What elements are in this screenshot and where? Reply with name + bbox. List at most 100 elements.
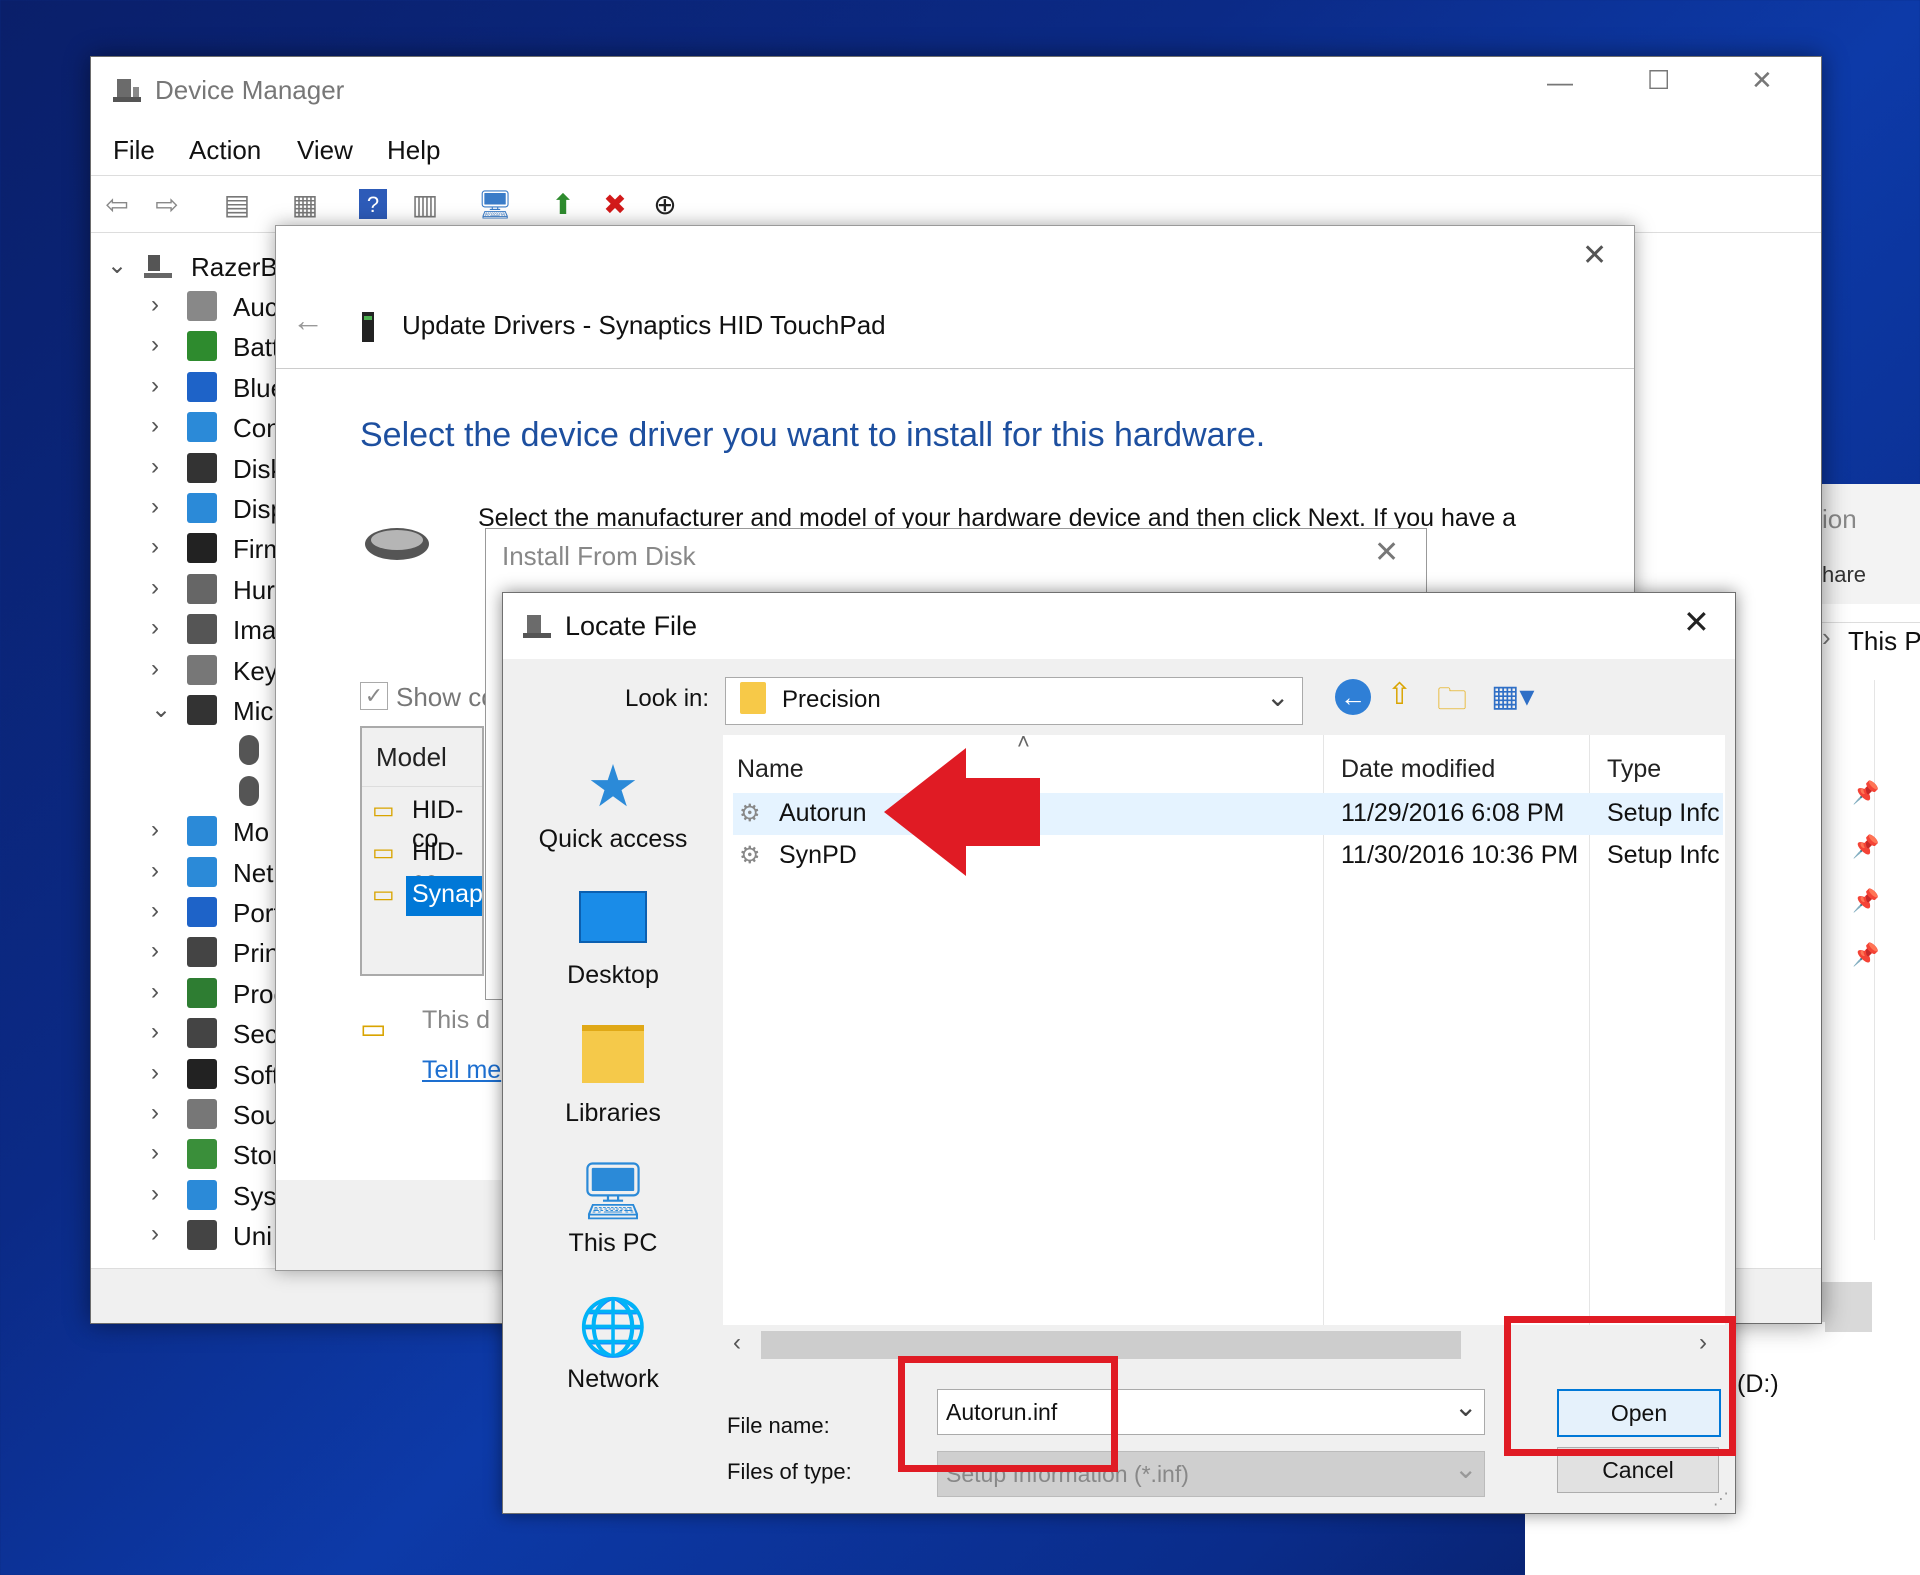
device-category[interactable]: › Disk xyxy=(91,449,301,489)
menu-action[interactable]: Action xyxy=(189,135,261,166)
chevron-right-icon[interactable]: › xyxy=(151,614,159,642)
menu-help[interactable]: Help xyxy=(387,135,440,166)
chevron-right-icon[interactable]: › xyxy=(151,574,159,602)
device-category[interactable] xyxy=(91,731,301,771)
device-category[interactable]: › Prin xyxy=(91,933,301,973)
chevron-down-icon[interactable]: ⌄ xyxy=(107,251,127,280)
chevron-right-icon[interactable]: › xyxy=(151,1018,159,1046)
device-category[interactable]: › Mo xyxy=(91,812,301,852)
menu-file[interactable]: File xyxy=(113,135,155,166)
file-row-selected[interactable]: ⚙ Autorun 11/29/2016 6:08 PM Setup Infc xyxy=(733,793,1723,835)
chevron-right-icon[interactable]: › xyxy=(151,1220,159,1248)
tree-root-label: RazerBl xyxy=(191,252,284,282)
back-arrow-icon[interactable]: ⇦ xyxy=(99,186,135,222)
close-icon[interactable]: ✕ xyxy=(1374,535,1399,570)
device-category[interactable]: › Firm xyxy=(91,529,301,569)
look-in-dropdown[interactable]: Precision ⌄ xyxy=(725,677,1303,725)
chevron-right-icon[interactable]: › xyxy=(151,533,159,561)
view-menu-icon[interactable]: ▦▾ xyxy=(1491,679,1534,714)
chevron-right-icon[interactable]: › xyxy=(151,291,159,319)
chevron-right-icon[interactable]: › xyxy=(151,493,159,521)
model-item-selected[interactable]: Synap xyxy=(412,880,483,909)
chevron-down-icon[interactable]: ⌄ xyxy=(1454,1452,1477,1485)
device-category[interactable]: › Auc xyxy=(91,287,301,327)
device-category[interactable]: › Proc xyxy=(91,974,301,1014)
column-header-name[interactable]: Name xyxy=(737,755,804,784)
chevron-right-icon[interactable]: › xyxy=(151,857,159,885)
forward-arrow-icon[interactable]: ⇨ xyxy=(149,186,185,222)
explorer-fragment-this-pc[interactable]: This P xyxy=(1848,626,1920,657)
chevron-right-icon[interactable]: › xyxy=(151,816,159,844)
new-folder-icon[interactable]: 🗀 xyxy=(1437,677,1467,728)
place-desktop[interactable]: Desktop xyxy=(503,891,723,990)
device-category[interactable]: › Secu xyxy=(91,1014,301,1054)
device-category[interactable] xyxy=(91,772,301,812)
chevron-down-icon[interactable]: ⌄ xyxy=(1454,1390,1477,1423)
place-libraries[interactable]: Libraries xyxy=(503,1025,723,1128)
pin-icon[interactable]: 📌 xyxy=(1852,888,1879,914)
device-category[interactable]: › Uni xyxy=(91,1216,301,1256)
chevron-right-icon[interactable]: › xyxy=(151,412,159,440)
chevron-right-icon[interactable]: › xyxy=(151,978,159,1006)
device-category[interactable]: › Hur xyxy=(91,570,301,610)
chevron-right-icon[interactable]: › xyxy=(151,1099,159,1127)
pin-icon[interactable]: 📌 xyxy=(1852,780,1879,806)
up-one-level-icon[interactable]: ⇧ xyxy=(1387,677,1412,712)
chevron-down-icon[interactable]: ⌄ xyxy=(151,695,171,724)
device-category[interactable]: › Soft xyxy=(91,1055,301,1095)
scrollbar-thumb[interactable] xyxy=(761,1331,1461,1359)
device-category[interactable]: › Blue xyxy=(91,368,301,408)
maximize-button[interactable]: ☐ xyxy=(1647,65,1670,96)
device-category[interactable]: › Syst xyxy=(91,1176,301,1216)
pin-icon[interactable]: 📌 xyxy=(1852,942,1879,968)
chevron-right-icon[interactable]: › xyxy=(151,655,159,683)
chevron-right-icon[interactable]: › xyxy=(151,1139,159,1167)
chevron-down-icon[interactable]: ⌄ xyxy=(1266,680,1289,713)
show-hide-console-icon[interactable]: ▤ xyxy=(219,186,255,222)
file-row[interactable]: ⚙ SynPD 11/30/2016 10:36 PM Setup Infc xyxy=(733,835,1723,877)
disable-device-icon[interactable]: ⊕ xyxy=(647,186,683,222)
device-category[interactable]: › Con xyxy=(91,408,301,448)
chevron-right-icon[interactable]: › xyxy=(151,1059,159,1087)
chevron-right-icon[interactable]: › xyxy=(151,897,159,925)
device-category[interactable]: ⌄ Mic xyxy=(91,691,301,731)
device-category[interactable]: › Batt xyxy=(91,327,301,367)
uninstall-device-icon[interactable]: ✖ xyxy=(597,186,633,222)
properties-icon[interactable]: ▦ xyxy=(287,186,323,222)
chevron-right-icon[interactable]: › xyxy=(151,1180,159,1208)
place-this-pc[interactable]: 🖥 This PC xyxy=(503,1159,723,1258)
action-pane-icon[interactable]: ▥ xyxy=(407,186,443,222)
pin-icon[interactable]: 📌 xyxy=(1852,834,1879,860)
scroll-left-icon[interactable]: ‹ xyxy=(733,1329,741,1357)
scan-hardware-icon[interactable]: 🖥 xyxy=(477,186,513,222)
close-button[interactable]: ✕ xyxy=(1751,65,1773,96)
menu-view[interactable]: View xyxy=(297,135,353,166)
column-header-date[interactable]: Date modified xyxy=(1341,755,1495,784)
device-category[interactable]: › Disp xyxy=(91,489,301,529)
place-quick-access[interactable]: ★ Quick access xyxy=(503,755,723,854)
tell-me-link[interactable]: Tell me xyxy=(422,1056,501,1085)
minimize-button[interactable]: — xyxy=(1547,67,1573,98)
device-category[interactable]: › Net xyxy=(91,853,301,893)
device-category[interactable]: › Port xyxy=(91,893,301,933)
device-category[interactable]: › Stor xyxy=(91,1135,301,1175)
chevron-right-icon[interactable]: › xyxy=(151,937,159,965)
device-category[interactable]: › Key xyxy=(91,651,301,691)
close-icon[interactable]: ✕ xyxy=(1582,238,1607,273)
close-icon[interactable]: ✕ xyxy=(1683,603,1710,641)
tree-root[interactable]: ⌄ RazerBl xyxy=(91,247,301,287)
resize-grip-icon[interactable]: ⋰ xyxy=(1713,1489,1729,1509)
column-header-type[interactable]: Type xyxy=(1607,755,1661,784)
device-category[interactable]: › Sou xyxy=(91,1095,301,1135)
back-navigation-icon[interactable]: ← xyxy=(1335,679,1371,715)
place-network[interactable]: 🌐 Network xyxy=(503,1295,723,1394)
device-category[interactable]: › Ima xyxy=(91,610,301,650)
chevron-right-icon[interactable]: › xyxy=(151,453,159,481)
help-icon[interactable]: ? xyxy=(355,186,391,222)
back-arrow-icon[interactable]: ← xyxy=(292,302,324,339)
chevron-right-icon[interactable]: › xyxy=(151,331,159,359)
update-driver-icon[interactable]: ⬆ xyxy=(545,186,581,222)
chevron-right-icon[interactable]: › xyxy=(151,372,159,400)
drive-label[interactable]: (D:) xyxy=(1737,1370,1779,1399)
show-compatible-checkbox[interactable]: ✓ xyxy=(360,682,388,710)
